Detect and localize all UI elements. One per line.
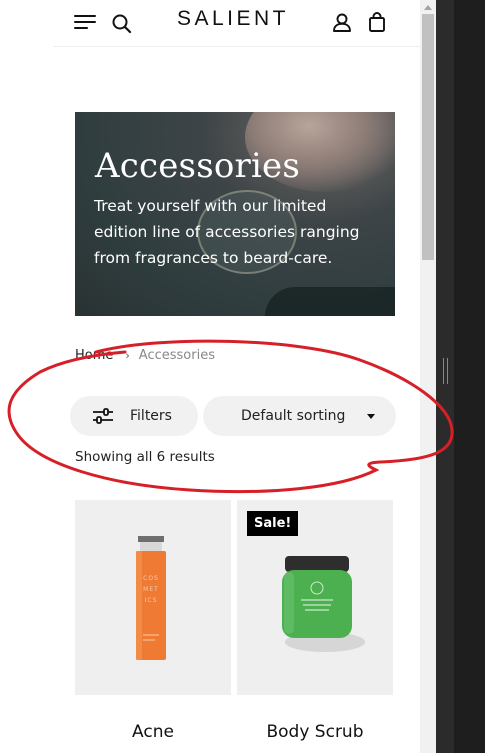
sort-dropdown[interactable]: Default sorting bbox=[203, 396, 396, 436]
svg-text:COS: COS bbox=[143, 575, 159, 582]
menu-icon[interactable] bbox=[74, 13, 98, 31]
user-icon[interactable] bbox=[331, 11, 353, 33]
shopping-bag-icon[interactable] bbox=[367, 11, 387, 33]
breadcrumb-separator: › bbox=[125, 349, 130, 362]
caret-down-icon bbox=[367, 414, 375, 419]
panel-resize-handle[interactable] bbox=[443, 358, 448, 384]
breadcrumb: Home › Accessories bbox=[75, 348, 215, 363]
result-count: Showing all 6 results bbox=[75, 449, 215, 465]
sale-badge: Sale! bbox=[247, 511, 299, 536]
product-card-image[interactable]: COS MET ICS bbox=[75, 500, 231, 695]
category-hero-banner: Accessories Treat yourself with our limi… bbox=[75, 112, 395, 316]
product-title[interactable]: Body Scrub bbox=[237, 722, 393, 742]
sort-selected-value: Default sorting bbox=[241, 408, 346, 424]
scroll-up-arrow-icon[interactable] bbox=[420, 0, 436, 14]
page-viewport: SALIENT Accessories Treat yourself with … bbox=[53, 0, 420, 753]
filters-label: Filters bbox=[130, 408, 172, 424]
page-scrollbar[interactable] bbox=[420, 0, 436, 753]
category-title: Accessories bbox=[95, 146, 301, 186]
site-header: SALIENT bbox=[53, 0, 420, 47]
devtools-panel-edge bbox=[454, 0, 485, 753]
breadcrumb-current: Accessories bbox=[138, 348, 215, 363]
site-logo[interactable]: SALIENT bbox=[169, 7, 297, 31]
breadcrumb-home-link[interactable]: Home bbox=[75, 348, 113, 363]
hero-image-shadow bbox=[265, 287, 395, 316]
page-left-margin bbox=[0, 0, 53, 753]
sliders-icon bbox=[93, 408, 113, 424]
svg-text:MET: MET bbox=[143, 586, 159, 593]
serum-bottle-image: COS MET ICS bbox=[136, 536, 166, 660]
product-card-image[interactable]: Sale! bbox=[237, 500, 393, 695]
filters-button[interactable]: Filters bbox=[70, 396, 198, 436]
scrollbar-thumb[interactable] bbox=[422, 14, 434, 260]
category-description: Treat yourself with our limited edition … bbox=[94, 197, 360, 267]
product-title[interactable]: Acne bbox=[75, 722, 231, 742]
svg-text:ICS: ICS bbox=[145, 597, 158, 604]
search-icon[interactable] bbox=[111, 12, 133, 34]
